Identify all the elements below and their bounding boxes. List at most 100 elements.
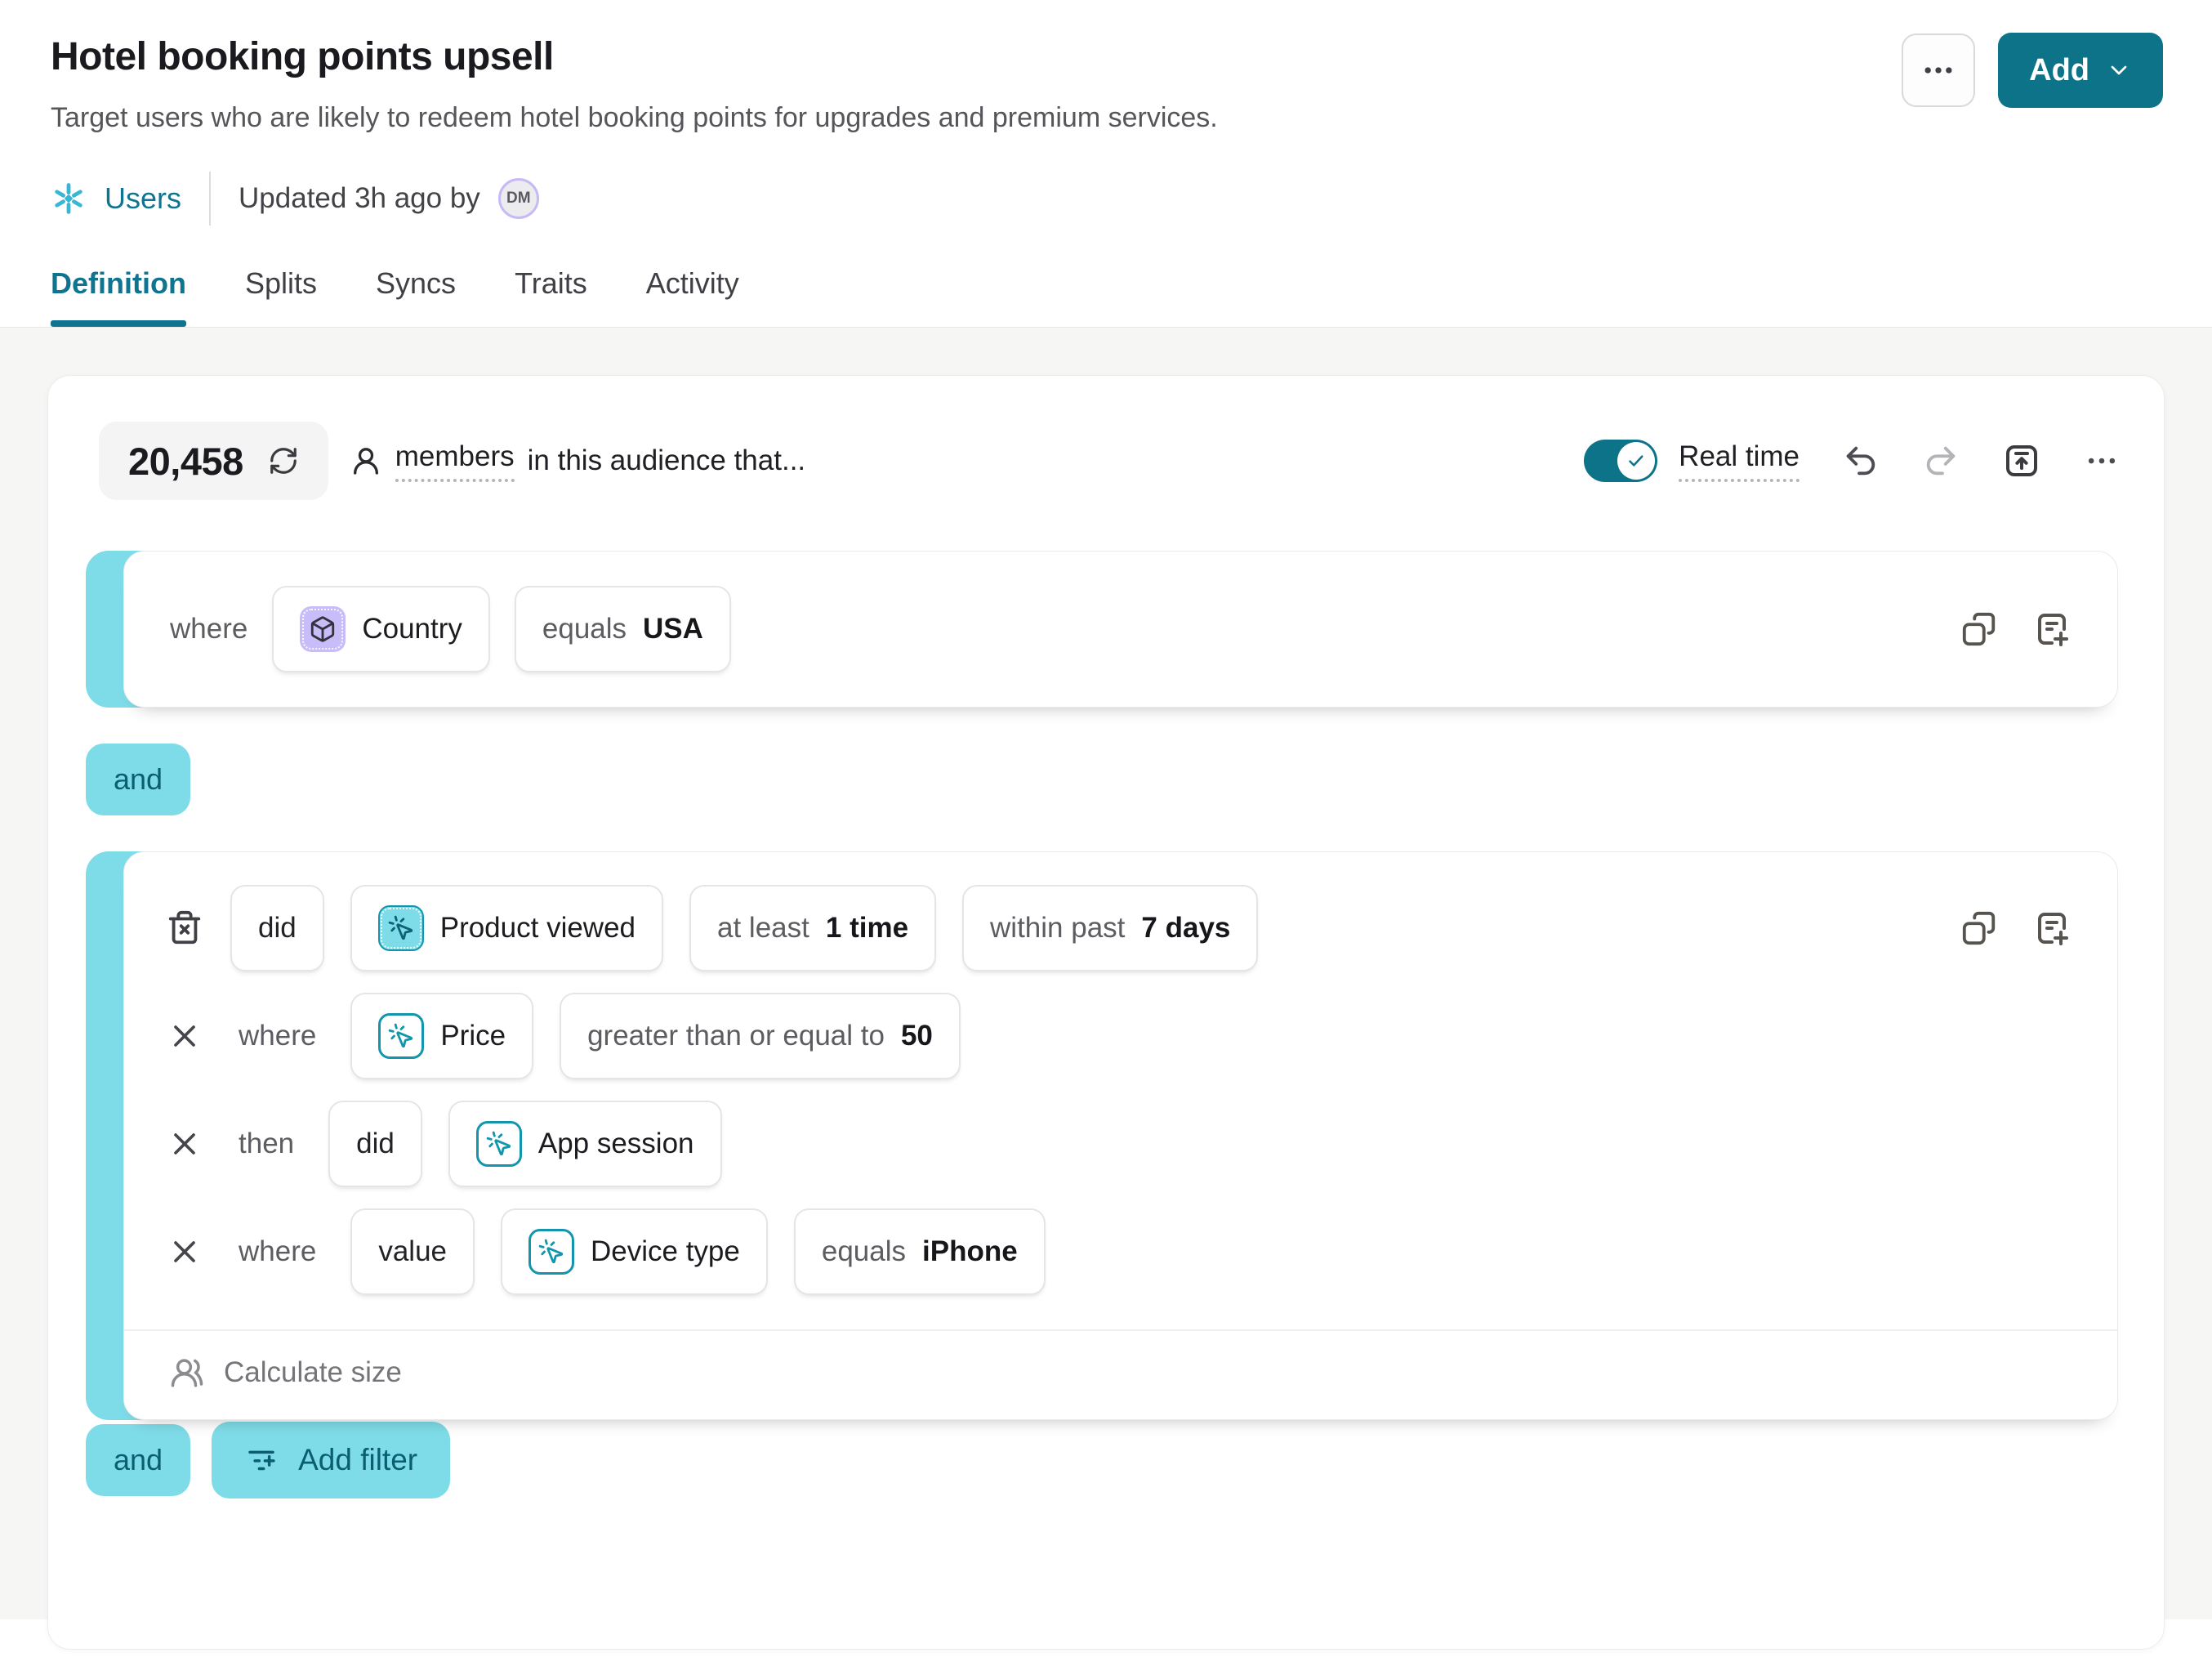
calculate-size-label: Calculate size xyxy=(224,1356,402,1389)
person-icon xyxy=(350,444,382,477)
verb-chip-did[interactable]: did xyxy=(328,1101,422,1187)
property-label: Country xyxy=(362,613,462,645)
property-label: Device type xyxy=(591,1235,740,1268)
remove-filter-button[interactable] xyxy=(165,1018,204,1054)
redo-button[interactable] xyxy=(1922,442,1960,480)
price-filter-row: where Price greater than or equal to 50 xyxy=(165,993,2072,1079)
cursor-click-icon xyxy=(528,1229,574,1275)
delete-button[interactable] xyxy=(165,909,204,947)
time-window-chip[interactable]: within past 7 days xyxy=(962,885,1258,971)
entity-label: Users xyxy=(105,181,181,216)
tab-syncs[interactable]: Syncs xyxy=(376,266,456,327)
entity-type[interactable]: Users xyxy=(51,181,181,217)
audience-text: in this audience that... xyxy=(528,444,806,477)
window-prefix: within past xyxy=(990,912,1125,945)
add-button-label: Add xyxy=(2029,53,2089,88)
where-label: where xyxy=(239,1235,316,1268)
value-chip[interactable]: value xyxy=(350,1208,475,1295)
operator-chip-gte-50[interactable]: greater than or equal to 50 xyxy=(560,993,961,1079)
operator-chip-equals-usa[interactable]: equals USA xyxy=(515,586,731,672)
operator-value: iPhone xyxy=(922,1235,1018,1268)
session-row: then did App session xyxy=(165,1101,2072,1187)
and-connector[interactable]: and xyxy=(86,744,190,815)
add-filter-label: Add filter xyxy=(298,1443,417,1477)
add-filter-button[interactable]: Add filter xyxy=(212,1422,450,1498)
count-row: 20,458 members in this audience that... xyxy=(99,422,2120,500)
publish-icon xyxy=(2002,441,2041,480)
members-selector[interactable]: members xyxy=(395,440,515,482)
verb-chip-did[interactable]: did xyxy=(230,885,324,971)
condition-group-1: where Country equals USA xyxy=(86,551,2118,708)
then-label: then xyxy=(239,1128,294,1160)
tab-splits[interactable]: Splits xyxy=(245,266,317,327)
event-label: Product viewed xyxy=(440,912,636,945)
avatar[interactable]: DM xyxy=(498,178,539,219)
chevron-down-icon xyxy=(2106,57,2132,83)
meta-row: Users Updated 3h ago by DM xyxy=(51,172,2163,226)
page-title: Hotel booking points upsell xyxy=(51,34,2163,79)
duplicate-button[interactable] xyxy=(1960,909,1998,947)
page-header: Hotel booking points upsell Add Target u… xyxy=(0,0,2212,327)
ellipsis-icon xyxy=(1920,52,1956,88)
copy-icon xyxy=(1960,610,1998,648)
calculate-size-button[interactable]: Calculate size xyxy=(124,1329,2117,1419)
where-label: where xyxy=(239,1020,316,1052)
property-label: Price xyxy=(440,1020,506,1052)
copy-icon xyxy=(1960,909,1998,947)
realtime-toggle[interactable] xyxy=(1584,440,1657,482)
ellipsis-icon xyxy=(2084,443,2120,479)
undo-icon xyxy=(1842,442,1880,480)
frequency-prefix: at least xyxy=(717,912,809,945)
event-label: App session xyxy=(538,1128,694,1160)
users-icon xyxy=(170,1356,204,1390)
members-sentence: members in this audience that... xyxy=(350,440,805,482)
tab-traits[interactable]: Traits xyxy=(515,266,587,327)
undo-button[interactable] xyxy=(1842,442,1880,480)
and-connector[interactable]: and xyxy=(86,1424,190,1496)
add-filter-row: and Add filter xyxy=(86,1422,2126,1498)
device-filter-row: where value Device type xyxy=(165,1208,2072,1295)
audience-builder-card: 20,458 members in this audience that... xyxy=(47,375,2165,1650)
member-count-pill[interactable]: 20,458 xyxy=(99,422,328,500)
cursor-click-icon xyxy=(378,1013,424,1059)
remove-filter-button[interactable] xyxy=(165,1234,204,1270)
operator-label: equals xyxy=(822,1235,906,1268)
property-chip-device-type[interactable]: Device type xyxy=(501,1208,768,1295)
publish-button[interactable] xyxy=(2002,441,2041,480)
frequency-chip[interactable]: at least 1 time xyxy=(689,885,936,971)
condition-row-country: where Country equals USA xyxy=(170,586,2072,672)
event-chip-product-viewed[interactable]: Product viewed xyxy=(350,885,663,971)
remove-step-button[interactable] xyxy=(165,1126,204,1162)
add-note-button[interactable] xyxy=(2032,909,2072,948)
duplicate-button[interactable] xyxy=(1960,610,1998,648)
property-chip-price[interactable]: Price xyxy=(350,993,533,1079)
where-label: where xyxy=(170,613,248,645)
refresh-icon[interactable] xyxy=(268,445,299,476)
cursor-click-icon xyxy=(378,905,424,951)
add-button[interactable]: Add xyxy=(1998,33,2163,108)
tab-definition[interactable]: Definition xyxy=(51,266,186,327)
operator-label: equals xyxy=(542,613,627,645)
row-actions xyxy=(1960,909,2072,948)
header-actions: Add xyxy=(1902,33,2163,108)
note-plus-icon xyxy=(2032,610,2072,649)
property-chip-country[interactable]: Country xyxy=(272,586,490,672)
filter-plus-icon xyxy=(244,1443,279,1477)
tab-activity[interactable]: Activity xyxy=(646,266,739,327)
toolbar-more-button[interactable] xyxy=(2084,443,2120,479)
cube-icon xyxy=(300,606,346,652)
event-chip-app-session[interactable]: App session xyxy=(448,1101,722,1187)
divider xyxy=(209,172,211,226)
updated-text: Updated 3h ago by xyxy=(239,182,480,215)
operator-chip-equals-iphone[interactable]: equals iPhone xyxy=(794,1208,1046,1295)
value-label: value xyxy=(378,1235,447,1268)
page-subtitle: Target users who are likely to redeem ho… xyxy=(51,102,2163,134)
operator-label: greater than or equal to xyxy=(587,1020,885,1052)
realtime-label[interactable]: Real time xyxy=(1679,440,1799,482)
row-actions xyxy=(1960,610,2072,649)
more-actions-button[interactable] xyxy=(1902,33,1975,107)
toggle-check-icon xyxy=(1617,442,1655,480)
cursor-click-icon xyxy=(476,1121,522,1167)
add-note-button[interactable] xyxy=(2032,610,2072,649)
condition-group-2: did Product viewed at least 1 xyxy=(86,851,2118,1420)
